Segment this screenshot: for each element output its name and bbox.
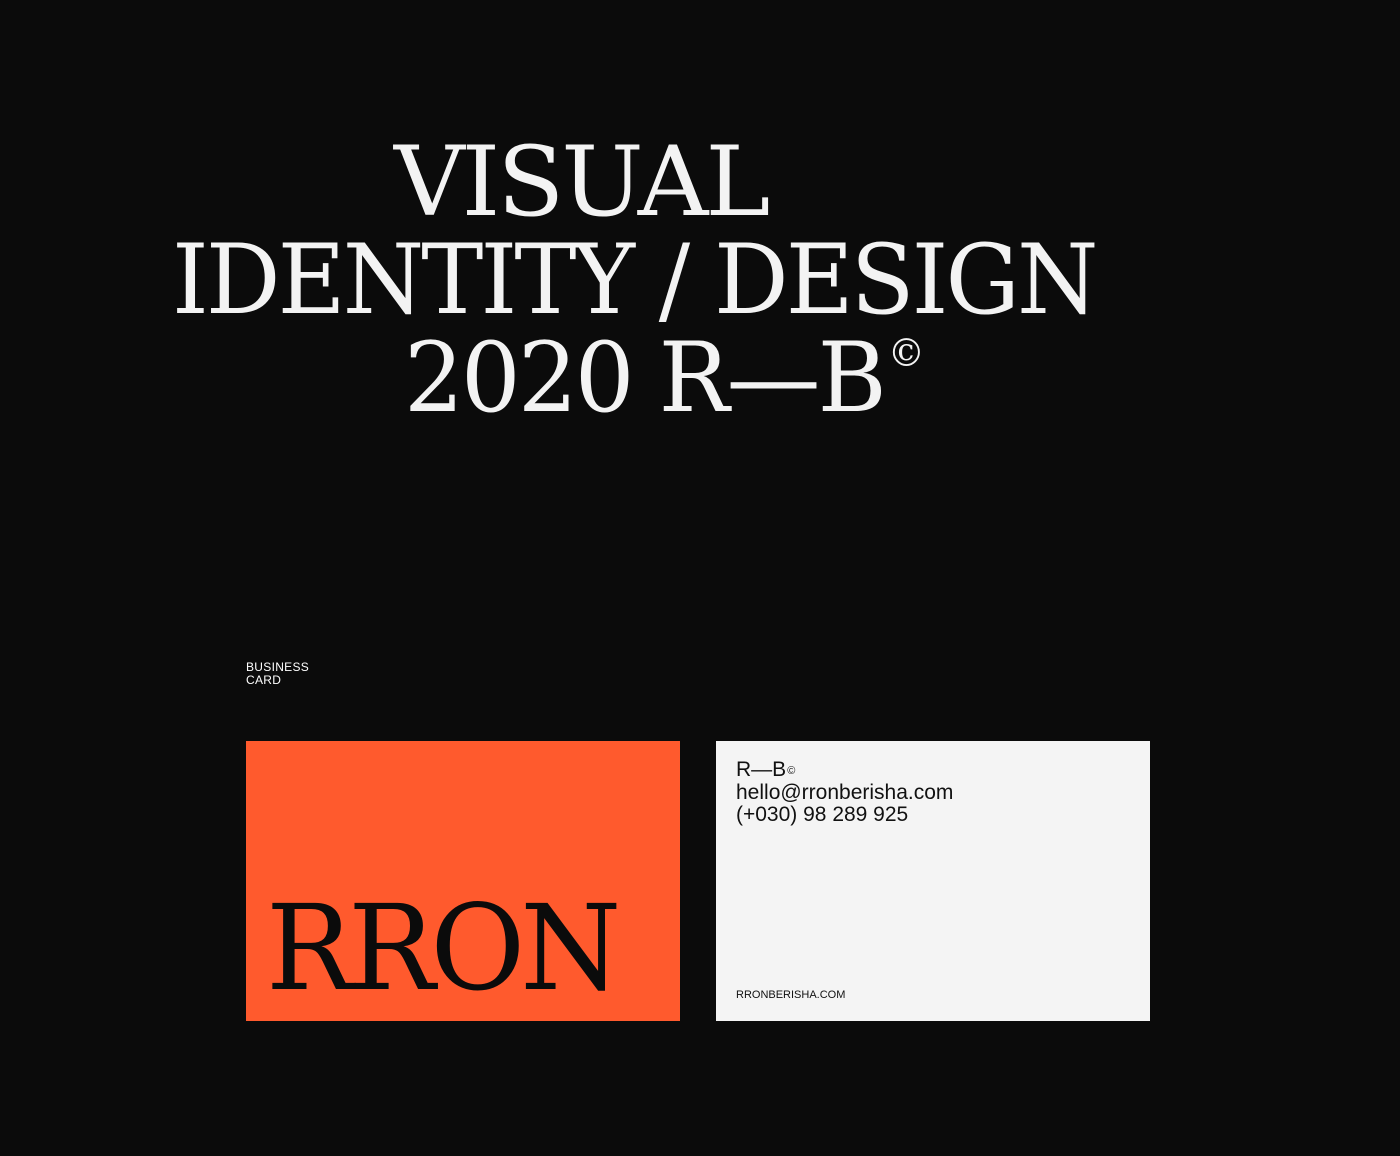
headline-year-initials: 2020 R—B [404, 322, 887, 434]
business-card-back: R—B© hello@rronberisha.com (+030) 98 289… [716, 741, 1150, 1021]
card-email: hello@rronberisha.com [736, 780, 954, 804]
card-phone: (+030) 98 289 925 [736, 803, 909, 826]
card-contact-block: R—B© hello@rronberisha.com (+030) 98 289… [736, 758, 954, 827]
card-website: RRONBERISHA.COM [736, 989, 846, 1001]
section-label: BUSINESS CARD [246, 661, 309, 687]
headline-line-3: 2020 R—B © [404, 330, 925, 426]
section-label-line-2: CARD [246, 673, 282, 687]
card-brand-mark: © [787, 765, 796, 777]
card-brand-line: R—B© [736, 758, 953, 782]
headline-line-2: IDENTITY / DESIGN [172, 224, 1098, 336]
headline-line-1: VISUAL [394, 126, 770, 238]
copyright-mark: © [887, 331, 926, 375]
card-brand: R—B [736, 758, 787, 781]
hero-headline: VISUAL IDENTITY / DESIGN 2020 R—B © [0, 0, 1400, 440]
business-card-front: RRON [246, 741, 680, 1021]
card-logo-wordmark: RRON [266, 879, 621, 1017]
